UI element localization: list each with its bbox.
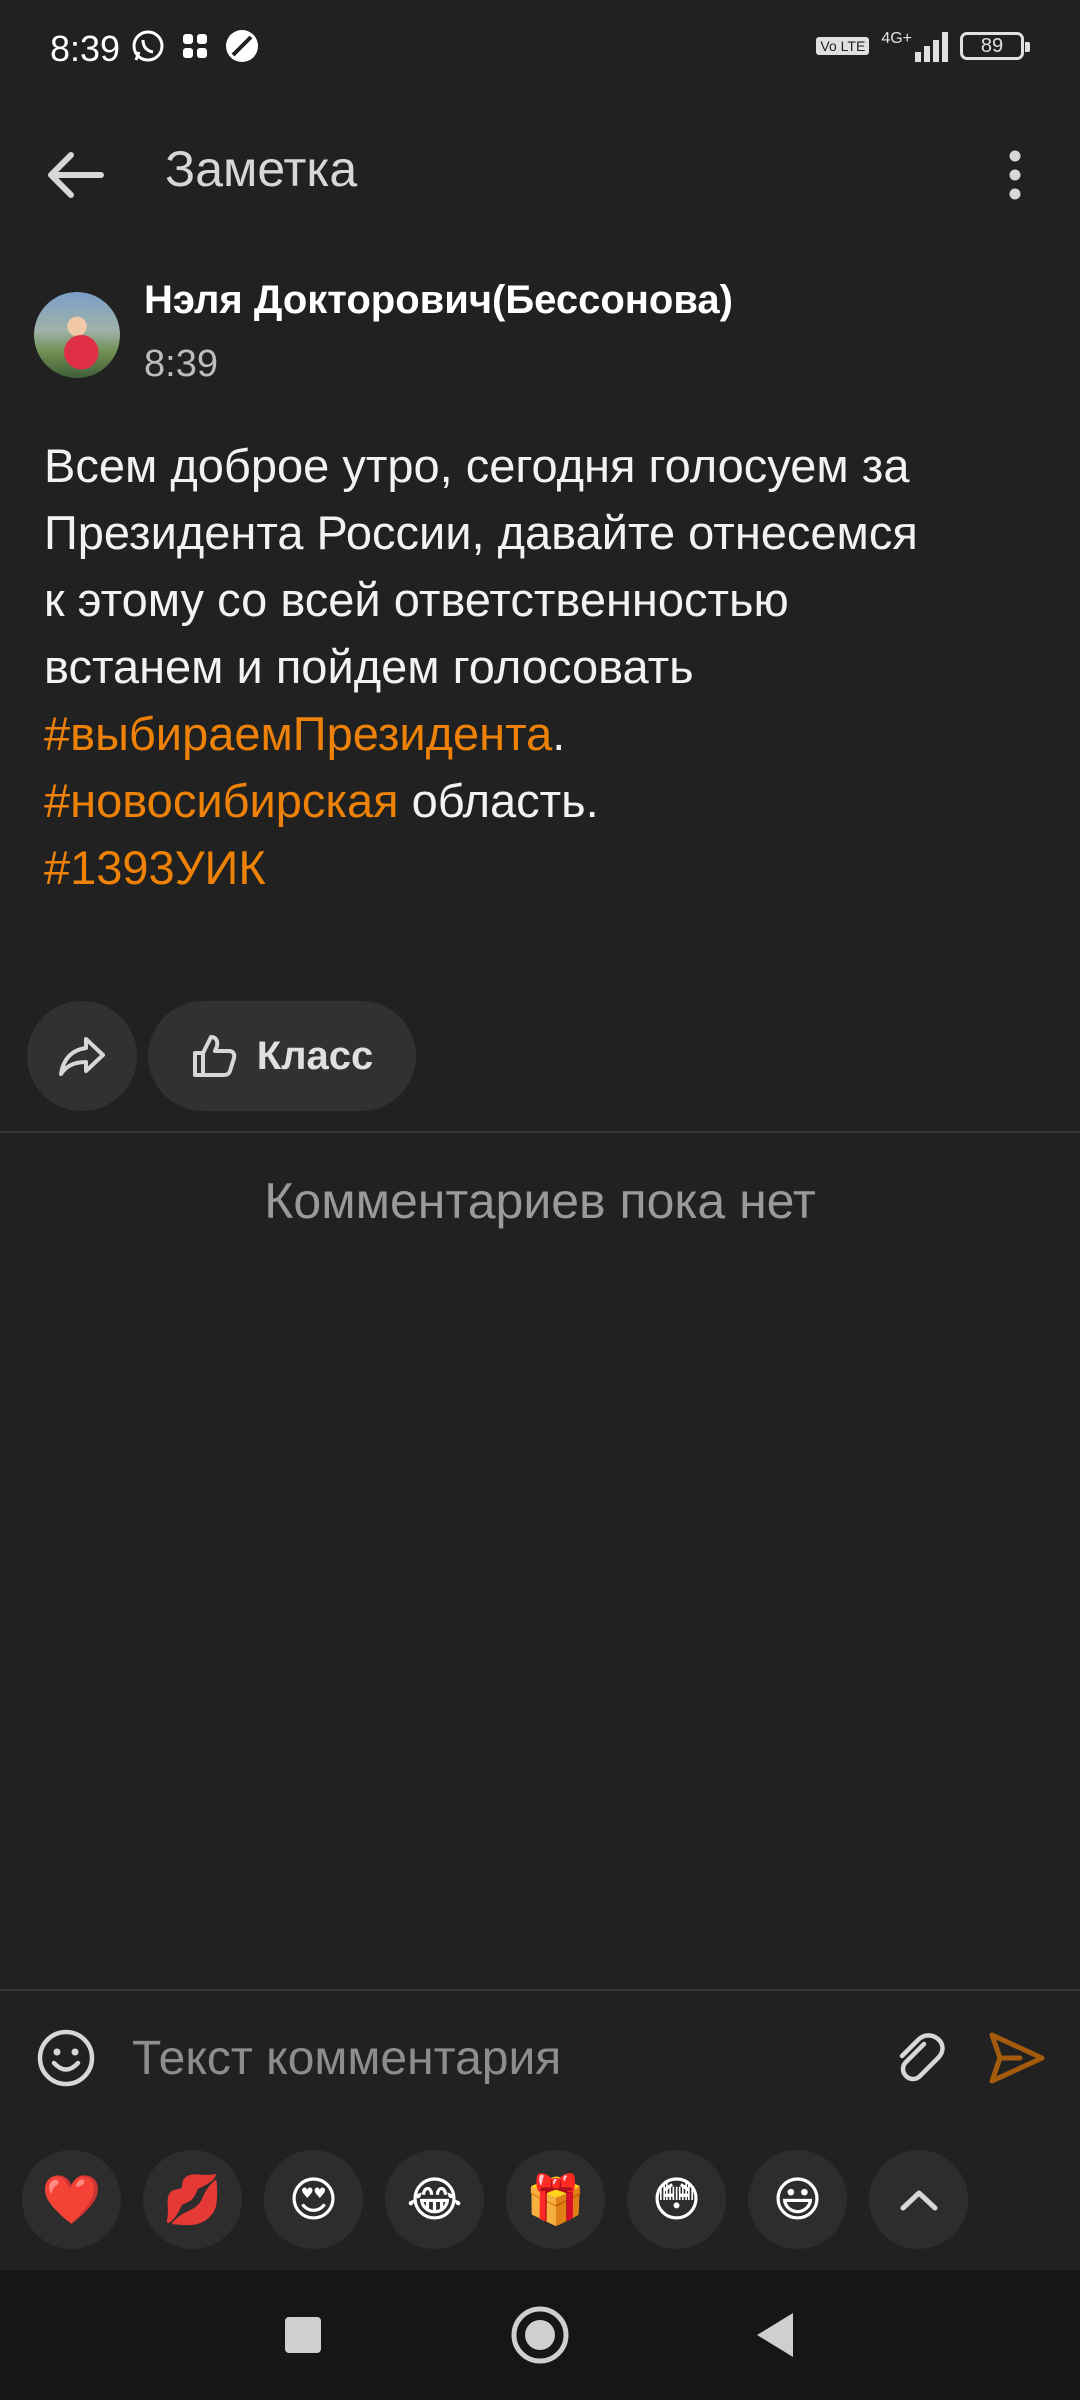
thumbs-up-icon — [192, 1035, 236, 1077]
emoji-button[interactable] — [30, 2022, 102, 2094]
reaction-gift[interactable]: 🎁 — [506, 2150, 605, 2249]
reaction-heart[interactable]: ❤️ — [22, 2150, 121, 2249]
quick-reactions: ❤️ 💋 😍 😂 🎁 😳 😃 — [22, 2150, 968, 2249]
paperclip-icon — [899, 2033, 945, 2082]
battery-indicator: 89 — [960, 32, 1030, 60]
system-nav-bar — [0, 2270, 1080, 2400]
status-time: 8:39 — [50, 28, 121, 69]
hashtag-link[interactable]: #новосибирская — [44, 774, 399, 827]
send-button[interactable] — [978, 2020, 1054, 2096]
page-title: Заметка — [165, 141, 358, 197]
post-text-line: к этому со всей ответственностью — [44, 573, 789, 626]
send-icon — [989, 2032, 1045, 2084]
comment-input[interactable] — [132, 2022, 852, 2094]
app-header: Заметка — [0, 110, 1080, 230]
smiley-icon — [37, 2029, 95, 2087]
home-button[interactable] — [505, 2300, 575, 2370]
hashtag-link[interactable]: #1393УИК — [44, 841, 266, 894]
post-text-fragment: . — [552, 707, 566, 760]
chevron-up-icon — [900, 2190, 937, 2210]
share-button[interactable] — [27, 1001, 137, 1111]
reaction-kiss[interactable]: 💋 — [143, 2150, 242, 2249]
reaction-heart-eyes[interactable]: 😍 — [264, 2150, 363, 2249]
whatsapp-icon — [130, 28, 166, 69]
divider — [0, 1989, 1080, 1991]
post-text-fragment: область. — [398, 774, 599, 827]
network-type: 4G+ — [881, 30, 912, 47]
post-text-line: Всем доброе утро, сегодня голосуем за — [44, 439, 910, 492]
reaction-joy[interactable]: 😂 — [385, 2150, 484, 2249]
post-text-line: Президента России, давайте отнесемся — [44, 506, 918, 559]
recents-button[interactable] — [268, 2300, 338, 2370]
like-label: Класс — [256, 1033, 374, 1078]
reaction-smiley[interactable]: 😃 — [748, 2150, 847, 2249]
share-icon — [59, 1037, 105, 1076]
avatar[interactable] — [34, 292, 120, 378]
compass-icon — [224, 28, 260, 69]
like-button[interactable]: Класс — [148, 1001, 416, 1111]
hashtag-link[interactable]: #выбираемПрезидента — [44, 707, 552, 760]
post-time: 8:39 — [144, 343, 218, 385]
more-vert-icon — [1009, 150, 1021, 200]
grid-icon — [180, 31, 210, 66]
battery-level: 89 — [980, 34, 1004, 57]
volte-icon: Vo LTE — [816, 37, 870, 55]
post-text: Всем доброе утро, сегодня голосуем за Пр… — [44, 432, 1044, 901]
back-nav-button[interactable] — [740, 2300, 810, 2370]
signal-icon: 4G+ — [881, 30, 948, 62]
post-text-line: встанем и пойдем голосовать — [44, 640, 694, 693]
back-button[interactable] — [30, 130, 120, 220]
status-bar: 8:39 Vo LTE 4G+ 89 — [0, 0, 1080, 100]
square-icon — [285, 2317, 321, 2353]
circle-icon — [511, 2306, 569, 2364]
attach-button[interactable] — [880, 2020, 956, 2096]
comment-bar — [0, 1992, 1080, 2122]
expand-reactions-button[interactable] — [869, 2150, 968, 2249]
more-options-button[interactable] — [990, 130, 1040, 220]
divider — [0, 1131, 1080, 1133]
empty-comments-message: Комментариев пока нет — [264, 1173, 816, 1229]
reaction-flushed[interactable]: 😳 — [627, 2150, 726, 2249]
author-name[interactable]: Нэля Докторович(Бессонова) — [144, 278, 733, 323]
triangle-back-icon — [757, 2313, 793, 2357]
arrow-left-icon — [48, 152, 104, 198]
